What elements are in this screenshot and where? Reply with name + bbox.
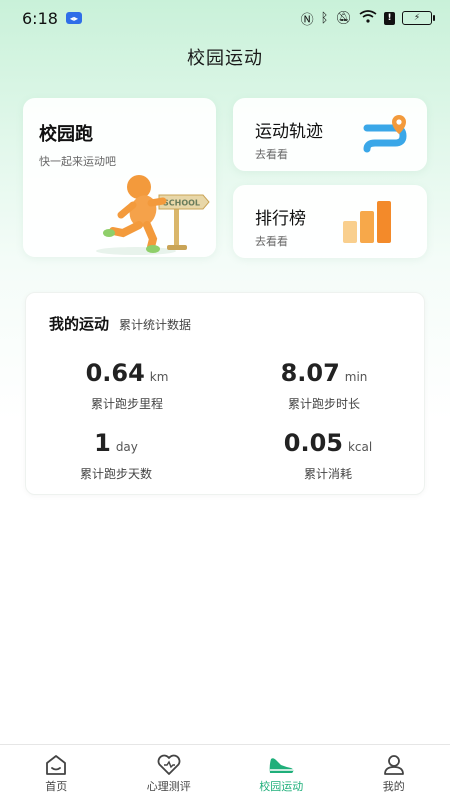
tab-campus-sports[interactable]: 校园运动: [225, 745, 338, 800]
stat-calories: 0.05 kcal 累计消耗: [238, 429, 418, 482]
home-icon: [46, 755, 67, 775]
stat-distance: 0.64 km 累计跑步里程: [37, 359, 217, 412]
stat-days-label: 累计跑步天数: [79, 467, 152, 481]
status-bar: 6:18 ◂▸ Ⓝ ᛒ 🔕︎ ! ⚡: [0, 0, 450, 36]
leaderboard-subtitle: 去看看: [255, 235, 288, 248]
stat-days-unit: day: [115, 440, 138, 454]
tab-campus-sports-label: 校园运动: [259, 780, 304, 793]
mute-icon: 🔕︎: [335, 10, 352, 26]
shoe-icon: [269, 758, 294, 773]
campus-run-subtitle: 快一起来运动吧: [39, 155, 116, 168]
track-card[interactable]: 运动轨迹 去看看: [233, 98, 427, 171]
status-left: 6:18 ◂▸: [22, 9, 82, 28]
tab-mine[interactable]: 我的: [338, 745, 450, 800]
tab-mine-label: 我的: [382, 780, 405, 793]
status-right: Ⓝ ᛒ 🔕︎ ! ⚡: [300, 9, 435, 28]
stat-calories-label: 累计消耗: [303, 467, 352, 481]
page-title: 校园运动: [187, 48, 263, 69]
track-subtitle: 去看看: [255, 148, 288, 161]
wifi-icon: [359, 9, 377, 27]
runner-illustration-icon: SCHOOL: [96, 175, 210, 255]
tab-psych-test[interactable]: 心理测评: [113, 745, 226, 800]
bottom-tab-bar: 首页 心理测评 校园运动 我的: [0, 744, 450, 800]
stat-distance-unit: km: [149, 370, 169, 384]
stat-distance-label: 累计跑步里程: [90, 397, 163, 411]
stats-title: 我的运动: [49, 315, 110, 333]
app-notification-icon: ◂▸: [65, 12, 82, 24]
campus-run-title: 校园跑: [39, 124, 93, 145]
my-sports-stats-panel: 我的运动 累计统计数据 0.64 km 累计跑步里程 8.07 min 累计跑步时长…: [25, 292, 425, 495]
stat-duration: 8.07 min 累计跑步时长: [234, 359, 414, 412]
stat-days: 1 day 累计跑步天数: [26, 429, 206, 482]
leaderboard-title: 排行榜: [255, 209, 306, 229]
tab-psych-test-label: 心理测评: [146, 780, 191, 793]
status-time: 6:18: [22, 8, 58, 28]
stat-duration-value: 8.07: [280, 359, 340, 387]
profile-icon: [383, 755, 404, 775]
bar-chart-icon: [343, 201, 391, 243]
stat-days-value: 1: [94, 429, 111, 457]
campus-run-card[interactable]: 校园跑 快一起来运动吧 SCHOOL: [23, 98, 216, 257]
nfc-icon: Ⓝ: [300, 12, 314, 28]
bluetooth-icon: ᛒ: [320, 10, 329, 26]
track-title: 运动轨迹: [255, 122, 323, 142]
battery-icon: ⚡: [402, 11, 435, 25]
stat-distance-value: 0.64: [85, 359, 145, 387]
tab-home[interactable]: 首页: [0, 745, 113, 800]
battery-charging-icon: ⚡: [413, 13, 421, 23]
stat-duration-unit: min: [344, 370, 368, 384]
leaderboard-card[interactable]: 排行榜 去看看: [233, 185, 427, 258]
stats-header: 我的运动 累计统计数据: [49, 313, 191, 334]
school-sign-text: SCHOOL: [163, 199, 200, 208]
heart-icon: [157, 754, 181, 775]
tab-home-label: 首页: [45, 780, 68, 793]
stat-calories-value: 0.05: [283, 429, 343, 457]
stat-duration-label: 累计跑步时长: [287, 397, 360, 411]
stat-calories-unit: kcal: [347, 440, 373, 454]
route-icon: [363, 115, 407, 153]
alert-icon: !: [384, 11, 395, 25]
stats-subtitle: 累计统计数据: [119, 318, 192, 332]
